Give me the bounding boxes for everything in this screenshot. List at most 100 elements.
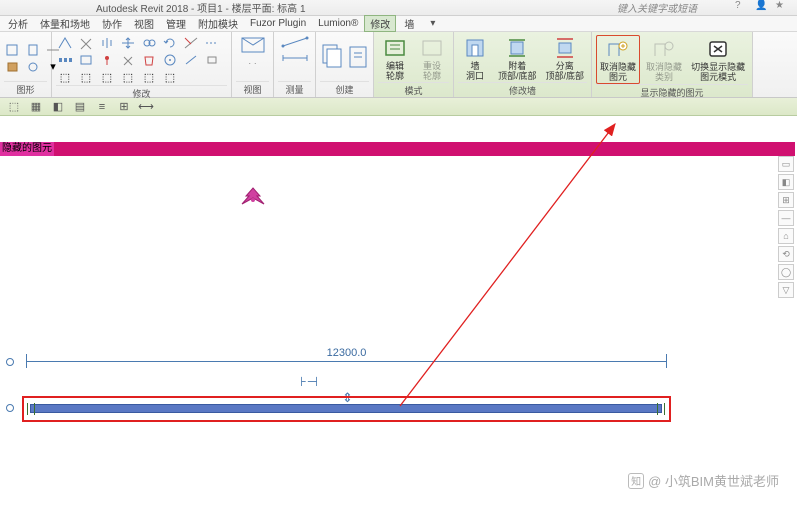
delete-icon[interactable] xyxy=(140,52,158,68)
group-label: 模式 xyxy=(378,82,449,97)
attach-top-bottom-button[interactable]: 附着 顶部/底部 xyxy=(495,35,540,82)
ribbon-group-hidden: 取消隐藏 图元 取消隐藏 类别 切换显示隐藏 图元模式 显示隐藏的图元 xyxy=(592,32,753,97)
opt4-icon[interactable]: ▤ xyxy=(72,100,88,114)
group-label: 显示隐藏的图元 xyxy=(596,84,748,99)
annotation-arrow xyxy=(0,116,797,516)
dim-grip-left[interactable] xyxy=(6,358,14,366)
tab-view[interactable]: 视图 xyxy=(128,16,160,31)
misc4-icon[interactable]: ⬚ xyxy=(77,69,95,85)
misc3-icon[interactable]: ⬚ xyxy=(56,69,74,85)
nav-dd-icon[interactable]: ▽ xyxy=(778,282,794,298)
title-bar: Autodesk Revit 2018 - 项目1 - 楼层平面: 标高 1 键… xyxy=(0,0,797,16)
nav-home-icon[interactable]: ⌂ xyxy=(778,228,794,244)
clip-icon[interactable] xyxy=(4,59,22,75)
title-icons: ? 👤 ★ xyxy=(735,0,789,14)
nav-grid-icon[interactable]: ⊞ xyxy=(778,192,794,208)
paste-icon[interactable] xyxy=(4,42,22,58)
dim-mark-icon[interactable]: ⊦⊣ xyxy=(300,374,318,390)
wall-element[interactable] xyxy=(30,404,662,413)
ribbon-group-measure: 测量 xyxy=(274,32,316,97)
toggle-hidden-mode-button[interactable]: 切换显示隐藏 图元模式 xyxy=(688,36,748,83)
detach-top-bottom-button[interactable]: 分离 顶部/底部 xyxy=(543,35,588,82)
opt2-icon[interactable]: ▦ xyxy=(28,100,44,114)
user-icon[interactable]: 👤 xyxy=(755,0,769,14)
scale-icon[interactable] xyxy=(77,52,95,68)
group-label: 修改墙 xyxy=(458,82,587,97)
edit-profile-button[interactable]: 编辑 轮廓 xyxy=(378,35,412,82)
cut-icon[interactable] xyxy=(24,42,42,58)
tab-dropdown-icon[interactable]: ▾ xyxy=(424,18,441,29)
misc7-icon[interactable]: ⬚ xyxy=(140,69,158,85)
reset-profile-button: 重设 轮廓 xyxy=(415,35,449,82)
join-icon[interactable] xyxy=(24,59,42,75)
search-hint[interactable]: 键入关键字或短语 xyxy=(617,0,697,15)
misc1-icon[interactable] xyxy=(182,52,200,68)
opt6-icon[interactable]: ⊞ xyxy=(116,100,132,114)
group-icon[interactable] xyxy=(161,52,179,68)
wall-opening-button[interactable]: 墙 洞口 xyxy=(458,35,492,82)
tab-mass[interactable]: 体量和场地 xyxy=(34,16,96,31)
pin-icon[interactable] xyxy=(98,52,116,68)
offset-icon[interactable] xyxy=(77,35,95,51)
nav-full-icon[interactable]: ▭ xyxy=(778,156,794,172)
navigation-bar: ▭ ◧ ⊞ — ⌂ ⟲ ◯ ▽ xyxy=(778,156,794,298)
opt1-icon[interactable]: ⬚ xyxy=(6,100,22,114)
misc5-icon[interactable]: ⬚ xyxy=(98,69,116,85)
dimension-line[interactable]: 12300.0 xyxy=(26,351,667,369)
unhide-category-button: 取消隐藏 类别 xyxy=(643,36,685,83)
misc8-icon[interactable]: ⬚ xyxy=(161,69,179,85)
help-icon[interactable]: ? xyxy=(735,0,749,14)
view-icon[interactable] xyxy=(238,35,268,55)
watermark: 知 @ 小筑BIM黄世斌老师 xyxy=(628,471,779,490)
misc2-icon[interactable] xyxy=(203,52,221,68)
group-label: 视图 xyxy=(236,81,269,96)
array-icon[interactable] xyxy=(56,52,74,68)
tab-fuzor[interactable]: Fuzor Plugin xyxy=(244,18,312,29)
rotate-icon[interactable] xyxy=(161,35,179,51)
tab-lumion[interactable]: Lumion® xyxy=(312,18,364,29)
opt5-icon[interactable]: ≡ xyxy=(94,100,110,114)
nav-half-icon[interactable]: ◧ xyxy=(778,174,794,190)
opt7-icon[interactable]: ⟷ xyxy=(138,100,154,114)
ribbon: ▾ 图形 ⬚ xyxy=(0,32,797,98)
align-icon[interactable] xyxy=(56,35,74,51)
nav-orbit-icon[interactable]: ⟲ xyxy=(778,246,794,262)
trim-icon[interactable] xyxy=(182,35,200,51)
wall-grip-left[interactable] xyxy=(6,404,14,412)
viewport[interactable]: 隐藏的图元 12300.0 ⊦⊣ ⇕ ▭ ◧ ⊞ — ⌂ ⟲ ◯ ▽ 知 xyxy=(0,116,797,500)
group-label: 修改 xyxy=(56,85,227,100)
tab-addins[interactable]: 附加模块 xyxy=(192,16,244,31)
options-bar: ⬚ ▦ ◧ ▤ ≡ ⊞ ⟷ xyxy=(0,98,797,116)
ribbon-group-graphics: ▾ 图形 xyxy=(0,32,52,97)
ribbon-group-wall: 墙 洞口 附着 顶部/底部 分离 顶部/底部 修改墙 xyxy=(454,32,592,97)
tab-manage[interactable]: 管理 xyxy=(160,16,192,31)
misc6-icon[interactable]: ⬚ xyxy=(119,69,137,85)
group-label: 图形 xyxy=(4,81,47,96)
copy-icon[interactable] xyxy=(140,35,158,51)
tab-analysis[interactable]: 分析 xyxy=(2,16,34,31)
tab-modify[interactable]: 修改 xyxy=(364,15,396,32)
menu-bar: 分析 体量和场地 协作 视图 管理 附加模块 Fuzor Plugin Lumi… xyxy=(0,16,797,32)
dimension-icon[interactable] xyxy=(280,51,310,65)
hidden-elements-label: 隐藏的图元 xyxy=(0,142,54,156)
tab-collab[interactable]: 协作 xyxy=(96,16,128,31)
create-similar-icon[interactable] xyxy=(346,41,369,75)
extend-icon[interactable] xyxy=(203,35,221,51)
mirror-icon[interactable] xyxy=(98,35,116,51)
nav-zoom-icon[interactable]: ◯ xyxy=(778,264,794,280)
group-label: 测量 xyxy=(278,81,311,96)
tab-context[interactable]: 墙 xyxy=(398,16,420,31)
move-icon[interactable] xyxy=(119,35,137,51)
star-icon[interactable]: ★ xyxy=(775,0,789,14)
measure-icon[interactable] xyxy=(280,35,310,49)
unpin-icon[interactable] xyxy=(119,52,137,68)
ribbon-group-modify: ⬚ ⬚ ⬚ ⬚ ⬚ ⬚ 修改 xyxy=(52,32,232,97)
dimension-value[interactable]: 12300.0 xyxy=(325,347,369,359)
ribbon-group-view: · · 视图 xyxy=(232,32,274,97)
create-group-icon[interactable] xyxy=(320,41,343,75)
nav-line-icon[interactable]: — xyxy=(778,210,794,226)
ribbon-group-mode: 编辑 轮廓 重设 轮廓 模式 xyxy=(374,32,454,97)
opt3-icon[interactable]: ◧ xyxy=(50,100,66,114)
compass-icon[interactable] xyxy=(240,186,266,210)
unhide-element-button[interactable]: 取消隐藏 图元 xyxy=(596,35,640,84)
